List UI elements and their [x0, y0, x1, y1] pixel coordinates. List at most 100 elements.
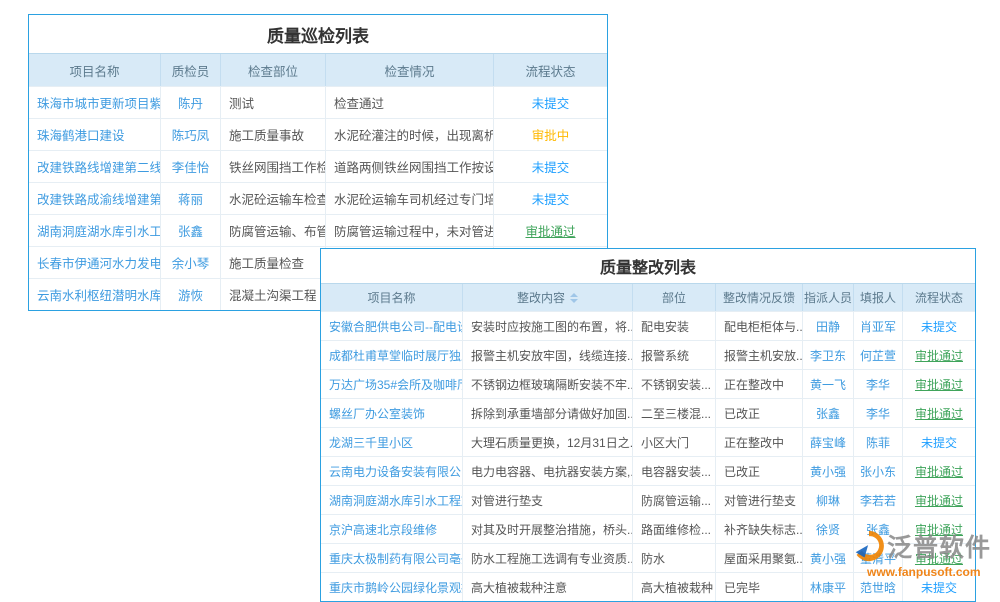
rectify-column-header-content[interactable]: 整改内容	[463, 284, 633, 311]
project-cell[interactable]: 万达广场35#会所及咖啡厅空...	[321, 370, 463, 398]
part-cell: 配电安装	[633, 312, 716, 340]
reporter-cell[interactable]: 李华	[854, 399, 903, 427]
table-row: 螺丝厂办公室装饰拆除到承重墙部分请做好加固...二至三楼混...已改正张鑫李华审…	[321, 398, 975, 427]
status-cell: 审批通过	[903, 399, 975, 427]
assignee-cell[interactable]: 李卫东	[803, 341, 854, 369]
part-cell: 高大植被栽种	[633, 573, 716, 601]
rectify-table-title: 质量整改列表	[321, 249, 975, 284]
status-cell: 审批通过	[494, 215, 607, 246]
status-cell: 未提交	[494, 151, 607, 182]
part-cell: 防腐管运输...	[633, 486, 716, 514]
project-cell[interactable]: 重庆市鹅岭公园绿化景观提升...	[321, 573, 463, 601]
situation-cell: 道路两侧铁丝网围挡工作按设计...	[326, 151, 494, 182]
project-cell[interactable]: 重庆太极制药有限公司亳州中...	[321, 544, 463, 572]
part-cell: 施工质量事故	[221, 119, 326, 150]
inspector-cell[interactable]: 张鑫	[161, 215, 221, 246]
project-cell[interactable]: 云南水利枢纽潜明水库...	[29, 279, 161, 310]
assignee-cell[interactable]: 徐贤	[803, 515, 854, 543]
table-row: 万达广场35#会所及咖啡厅空...不锈钢边框玻璃隔断安装不牢...不锈钢安装..…	[321, 369, 975, 398]
situation-cell: 检查通过	[326, 87, 494, 118]
project-cell[interactable]: 长春市伊通河水力发电...	[29, 247, 161, 278]
table-row: 珠海鹤港口建设陈巧凤施工质量事故水泥砼灌注的时候，出现离析现象审批中	[29, 118, 607, 150]
inspector-cell[interactable]: 蒋丽	[161, 183, 221, 214]
inspection-column-header-part: 检查部位	[221, 54, 326, 86]
project-cell[interactable]: 安徽合肥供电公司--配电设备...	[321, 312, 463, 340]
project-cell[interactable]: 改建铁路线增建第二线...	[29, 151, 161, 182]
inspection-header-row: 项目名称质检员检查部位检查情况流程状态	[29, 54, 607, 86]
status-cell: 审批通过	[903, 370, 975, 398]
status-cell: 未提交	[903, 312, 975, 340]
situation-cell: 水泥砼运输车司机经过专门培训...	[326, 183, 494, 214]
project-cell[interactable]: 龙湖三千里小区	[321, 428, 463, 456]
feedback-cell: 屋面采用聚氨...	[716, 544, 803, 572]
inspector-cell[interactable]: 余小琴	[161, 247, 221, 278]
column-header-label: 项目名称	[367, 289, 415, 306]
feedback-cell: 报警主机安放...	[716, 341, 803, 369]
inspection-table-title: 质量巡检列表	[29, 15, 607, 54]
assignee-cell[interactable]: 柳琳	[803, 486, 854, 514]
feedback-cell: 补齐缺失标志...	[716, 515, 803, 543]
assignee-cell[interactable]: 黄小强	[803, 544, 854, 572]
reporter-cell[interactable]: 张小东	[854, 457, 903, 485]
column-header-label: 部位	[662, 289, 686, 306]
assignee-cell[interactable]: 黄一飞	[803, 370, 854, 398]
inspection-column-header-inspector: 质检员	[161, 54, 221, 86]
assignee-cell[interactable]: 林康平	[803, 573, 854, 601]
table-row: 云南电力设备安装有限公司20...电力电容器、电抗器安装方案,...电容器安装.…	[321, 456, 975, 485]
part-cell: 电容器安装...	[633, 457, 716, 485]
table-row: 龙湖三千里小区大理石质量更换，12月31日之...小区大门正在整改中薛宝峰陈菲未…	[321, 427, 975, 456]
content-cell: 电力电容器、电抗器安装方案,...	[463, 457, 633, 485]
project-cell[interactable]: 螺丝厂办公室装饰	[321, 399, 463, 427]
table-row: 湖南洞庭湖水库引水工...张鑫防腐管运输、布管防腐管运输过程中，未对管进行...…	[29, 214, 607, 246]
reporter-cell[interactable]: 李华	[854, 370, 903, 398]
feedback-cell: 配电柜柜体与...	[716, 312, 803, 340]
project-cell[interactable]: 京沪高速北京段维修	[321, 515, 463, 543]
column-header-label: 质检员	[172, 61, 210, 80]
rectify-column-header-feedback: 整改情况反馈	[716, 284, 803, 311]
column-header-label: 整改情况反馈	[723, 289, 795, 306]
rectify-header-row: 项目名称整改内容部位整改情况反馈指派人员填报人流程状态	[321, 284, 975, 311]
assignee-cell[interactable]: 田静	[803, 312, 854, 340]
inspector-cell[interactable]: 陈丹	[161, 87, 221, 118]
feedback-cell: 对管进行垫支	[716, 486, 803, 514]
watermark-url: www.fanpusoft.com	[867, 565, 1000, 579]
situation-cell: 防腐管运输过程中，未对管进行...	[326, 215, 494, 246]
project-cell[interactable]: 珠海市城市更新项目紫...	[29, 87, 161, 118]
assignee-cell[interactable]: 张鑫	[803, 399, 854, 427]
feedback-cell: 已改正	[716, 399, 803, 427]
sort-icon[interactable]	[570, 293, 578, 303]
table-row: 改建铁路线增建第二线...李佳怡铁丝网围挡工作检查道路两侧铁丝网围挡工作按设计.…	[29, 150, 607, 182]
content-cell: 防水工程施工选调有专业资质...	[463, 544, 633, 572]
project-cell[interactable]: 成都杜甫草堂临时展厅独立展...	[321, 341, 463, 369]
inspection-column-header-project: 项目名称	[29, 54, 161, 86]
rectify-column-header-project: 项目名称	[321, 284, 463, 311]
rectify-column-header-reporter: 填报人	[854, 284, 903, 311]
reporter-cell[interactable]: 何芷萱	[854, 341, 903, 369]
table-row: 成都杜甫草堂临时展厅独立展...报警主机安放牢固，线缆连接...报警系统报警主机…	[321, 340, 975, 369]
project-cell[interactable]: 湖南洞庭湖水库引水工程施工标	[321, 486, 463, 514]
feedback-cell: 已完毕	[716, 573, 803, 601]
part-cell: 小区大门	[633, 428, 716, 456]
assignee-cell[interactable]: 黄小强	[803, 457, 854, 485]
inspection-column-header-situation: 检查情况	[326, 54, 494, 86]
project-cell[interactable]: 云南电力设备安装有限公司20...	[321, 457, 463, 485]
status-cell: 未提交	[903, 428, 975, 456]
project-cell[interactable]: 珠海鹤港口建设	[29, 119, 161, 150]
assignee-cell[interactable]: 薛宝峰	[803, 428, 854, 456]
content-cell: 对其及时开展整治措施，桥头...	[463, 515, 633, 543]
status-cell: 未提交	[494, 183, 607, 214]
rectify-column-header-part: 部位	[633, 284, 716, 311]
inspector-cell[interactable]: 游恢	[161, 279, 221, 310]
feedback-cell: 正在整改中	[716, 370, 803, 398]
inspector-cell[interactable]: 李佳怡	[161, 151, 221, 182]
part-cell: 混凝土沟渠工程	[221, 279, 326, 310]
project-cell[interactable]: 湖南洞庭湖水库引水工...	[29, 215, 161, 246]
reporter-cell[interactable]: 肖亚军	[854, 312, 903, 340]
rectify-column-header-assignee: 指派人员	[803, 284, 854, 311]
content-cell: 拆除到承重墙部分请做好加固...	[463, 399, 633, 427]
reporter-cell[interactable]: 李若若	[854, 486, 903, 514]
reporter-cell[interactable]: 陈菲	[854, 428, 903, 456]
inspector-cell[interactable]: 陈巧凤	[161, 119, 221, 150]
project-cell[interactable]: 改建铁路成渝线增建第...	[29, 183, 161, 214]
part-cell: 报警系统	[633, 341, 716, 369]
